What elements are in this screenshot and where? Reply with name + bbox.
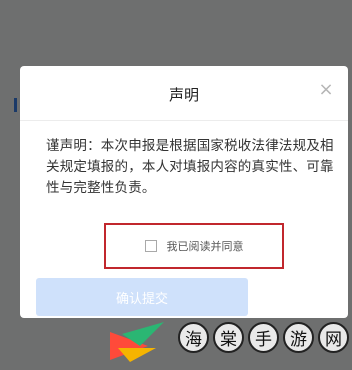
watermark-logo-icon (110, 322, 164, 362)
close-icon[interactable]: × (316, 80, 336, 100)
watermark-char-2: 棠 (213, 322, 244, 353)
watermark-char-1: 海 (178, 322, 209, 353)
watermark-char-5: 网 (318, 322, 349, 353)
site-watermark: 海 棠 手 游 网 (108, 316, 349, 366)
dialog-header: 声明 × (20, 66, 348, 121)
watermark-text: 海 棠 手 游 网 (178, 322, 349, 353)
agree-highlight-box (104, 223, 284, 269)
watermark-char-3: 手 (248, 322, 279, 353)
watermark-char-4: 游 (283, 322, 314, 353)
declaration-statement: 谨声明：本次申报是根据国家税收法律法规及相关规定填报的，本人对填报内容的真实性、… (46, 138, 334, 196)
confirm-submit-button[interactable]: 确认提交 (36, 278, 248, 316)
dialog-title: 声明 (168, 86, 199, 104)
